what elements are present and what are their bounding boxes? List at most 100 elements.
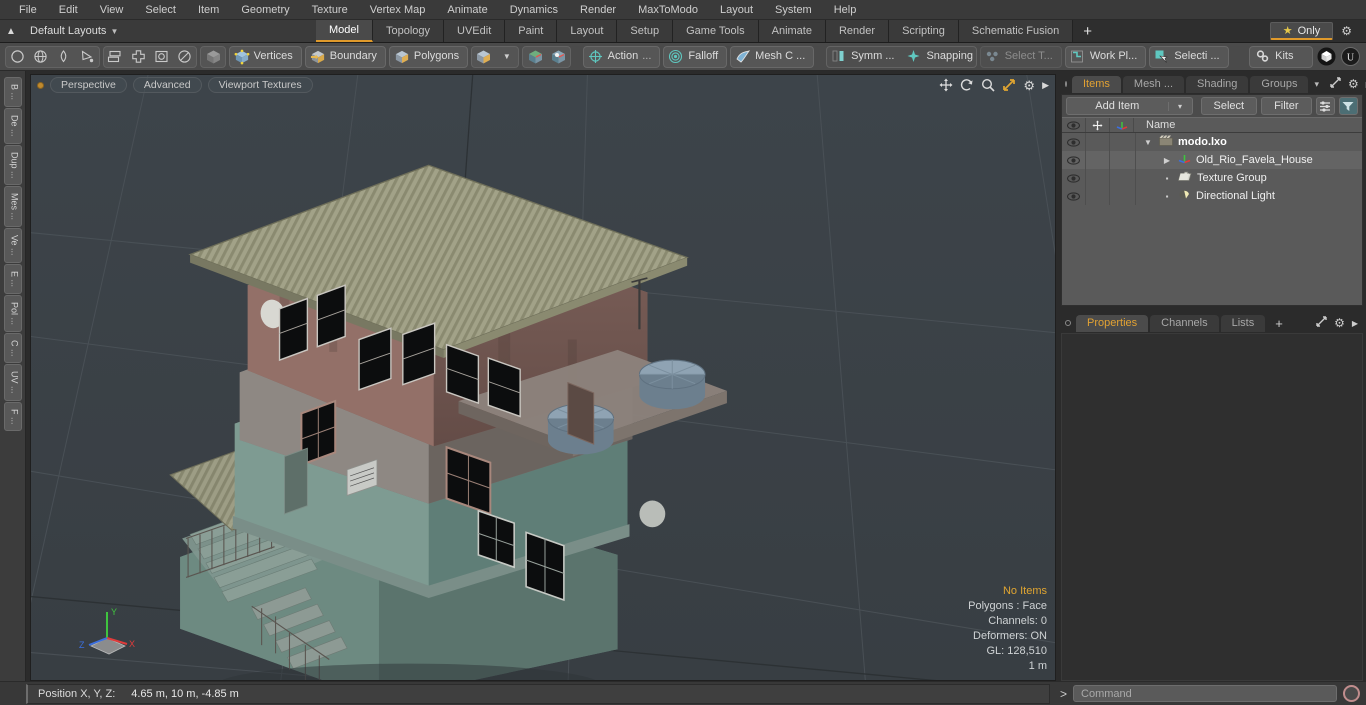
left-tab-mesh[interactable]: Mes ... — [3, 186, 22, 228]
row-lock-cell[interactable] — [1086, 151, 1110, 169]
tab-animate[interactable]: Animate — [758, 20, 826, 42]
square-select-icon[interactable] — [150, 47, 173, 67]
add-properties-tab-button[interactable]: + — [1267, 316, 1291, 331]
action-center-button[interactable]: Action ... — [582, 45, 661, 68]
gear-icon[interactable]: ⚙ — [1348, 77, 1359, 91]
cube-icon[interactable] — [472, 47, 495, 67]
tree-row-directional-light[interactable]: ▪ Directional Light — [1062, 187, 1362, 205]
tab-model[interactable]: Model — [316, 20, 373, 42]
eye-icon[interactable] — [1062, 133, 1086, 151]
menu-item-select[interactable]: Select — [134, 0, 187, 20]
menu-item-vertex-map[interactable]: Vertex Map — [359, 0, 437, 20]
move-icon[interactable] — [939, 78, 953, 92]
mirror-icon[interactable] — [104, 47, 127, 67]
collapse-up-icon[interactable]: ▲ — [0, 26, 22, 37]
plus-shape-icon[interactable] — [127, 47, 150, 67]
tab-setup[interactable]: Setup — [617, 20, 674, 42]
menu-item-layout[interactable]: Layout — [709, 0, 764, 20]
left-tab-edge[interactable]: E ... — [3, 263, 22, 294]
select-button[interactable]: Select — [1200, 97, 1258, 115]
tab-properties[interactable]: Properties — [1076, 314, 1149, 332]
menu-item-help[interactable]: Help — [823, 0, 868, 20]
tree-row-texture-group[interactable]: ▪ Texture Group — [1062, 169, 1362, 187]
menu-item-maxtomodo[interactable]: MaxToModo — [627, 0, 709, 20]
row-axis-cell[interactable] — [1110, 151, 1136, 169]
row-lock-cell[interactable] — [1086, 169, 1110, 187]
left-tab-fusion[interactable]: F ... — [3, 401, 22, 432]
pen-icon[interactable] — [52, 47, 75, 67]
tab-render[interactable]: Render — [825, 20, 890, 42]
menu-item-texture[interactable]: Texture — [301, 0, 359, 20]
gear-icon[interactable]: ⚙ — [1333, 24, 1360, 38]
row-axis-cell[interactable] — [1110, 187, 1136, 205]
cube-icon[interactable] — [201, 47, 224, 67]
falloff-button[interactable]: Falloff — [663, 45, 728, 68]
mesh-constraint-button[interactable]: Mesh C ... — [730, 45, 815, 68]
chevron-down-icon[interactable]: ▾ — [1310, 79, 1323, 90]
left-tab-polygon[interactable]: Pol ... — [3, 294, 22, 332]
only-button[interactable]: ★ Only — [1269, 22, 1334, 40]
tab-game-tools[interactable]: Game Tools — [673, 20, 759, 42]
menu-item-view[interactable]: View — [89, 0, 135, 20]
left-tab-uv[interactable]: UV ... — [3, 364, 22, 401]
menu-item-dynamics[interactable]: Dynamics — [499, 0, 569, 20]
tab-scripting[interactable]: Scripting — [889, 20, 959, 42]
expand-icon[interactable] — [1330, 77, 1341, 91]
menu-item-geometry[interactable]: Geometry — [230, 0, 300, 20]
viewport-perspective-button[interactable]: Perspective — [50, 77, 127, 93]
menu-item-file[interactable]: File — [8, 0, 48, 20]
menu-item-render[interactable]: Render — [569, 0, 627, 20]
tree-row-scene[interactable]: ▼ modo.lxo — [1062, 133, 1362, 151]
menu-item-system[interactable]: System — [764, 0, 823, 20]
row-lock-cell[interactable] — [1086, 133, 1110, 151]
viewport-advanced-button[interactable]: Advanced — [132, 77, 202, 93]
tab-paint[interactable]: Paint — [505, 20, 558, 42]
tab-topology[interactable]: Topology — [372, 20, 445, 42]
kits-button[interactable]: Kits — [1249, 45, 1313, 68]
selection-set-button[interactable]: Selecti ... — [1149, 45, 1229, 68]
vertices-mode-button[interactable]: Vertices — [228, 45, 302, 68]
left-tab-curve[interactable]: C ... — [3, 332, 22, 364]
menu-item-item[interactable]: Item — [187, 0, 230, 20]
curve-icon[interactable] — [76, 47, 99, 67]
chevron-down-icon[interactable]: ▾ — [1167, 101, 1192, 111]
tab-schematic-fusion[interactable]: Schematic Fusion — [958, 20, 1074, 42]
snapping-button[interactable]: Snapping — [902, 47, 975, 67]
symmetry-button[interactable]: Symm ... — [827, 47, 902, 67]
record-icon[interactable] — [1343, 685, 1360, 702]
twisty-open-icon[interactable]: ▼ — [1142, 138, 1154, 147]
tab-uvedit[interactable]: UVEdit — [444, 20, 506, 42]
left-tab-vertex[interactable]: Ve ... — [3, 228, 22, 263]
eye-icon[interactable] — [1062, 151, 1086, 169]
row-axis-cell[interactable] — [1110, 133, 1136, 151]
play-arrow-icon[interactable]: ▶ — [1352, 319, 1358, 328]
boundary-mode-button[interactable]: Boundary — [304, 45, 386, 68]
axis-cube-green-icon[interactable] — [523, 47, 546, 67]
unreal-badge-icon[interactable]: U — [1340, 47, 1361, 67]
select-through-button[interactable]: Select T... — [979, 45, 1062, 68]
tab-layout[interactable]: Layout — [557, 20, 618, 42]
axis-cube-red-icon[interactable] — [547, 47, 570, 67]
eye-icon[interactable] — [1062, 187, 1086, 205]
tab-groups[interactable]: Groups — [1250, 75, 1309, 93]
tab-mesh-ops[interactable]: Mesh ... — [1122, 75, 1185, 93]
rotate-icon[interactable] — [960, 78, 974, 92]
globe-icon[interactable] — [29, 47, 52, 67]
layout-name-dropdown[interactable]: Default Layouts ▼ — [22, 25, 118, 37]
list-icon[interactable] — [1315, 97, 1335, 115]
viewport-textures-button[interactable]: Viewport Textures — [207, 77, 313, 93]
circle-select-icon[interactable] — [173, 47, 196, 67]
eye-icon[interactable] — [1062, 169, 1086, 187]
tree-row-mesh[interactable]: ▶ Old_Rio_Favela_House — [1062, 151, 1362, 169]
work-plane-button[interactable]: Work Pl... — [1064, 45, 1147, 68]
filter-button[interactable]: Filter — [1261, 97, 1312, 115]
gear-icon[interactable]: ⚙ — [1334, 316, 1345, 330]
row-axis-cell[interactable] — [1110, 169, 1136, 187]
tab-channels[interactable]: Channels — [1150, 314, 1219, 332]
add-item-button[interactable]: Add Item ▾ — [1066, 97, 1193, 115]
3d-viewport[interactable]: Perspective Advanced Viewport Textures ⚙… — [30, 74, 1056, 681]
menu-item-edit[interactable]: Edit — [48, 0, 89, 20]
chevron-down-icon[interactable]: ▼ — [495, 47, 518, 67]
left-tab-deform[interactable]: De ... — [3, 108, 22, 144]
command-input[interactable] — [1073, 685, 1337, 702]
